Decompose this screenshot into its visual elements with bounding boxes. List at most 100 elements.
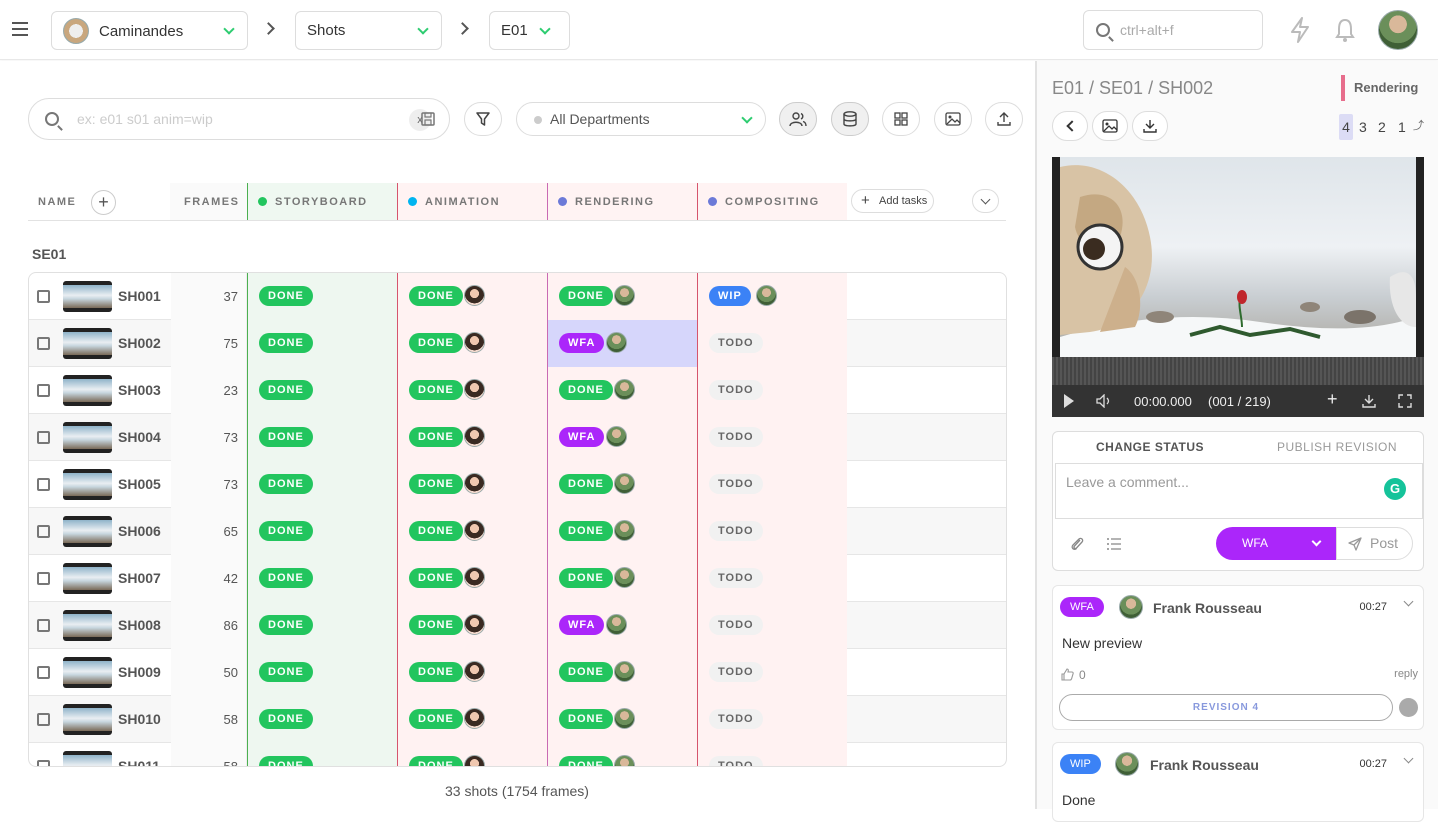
row-checkbox[interactable] <box>37 431 50 444</box>
table-row[interactable]: SH007 42 DONE DONE DONE TODO <box>29 555 1006 602</box>
user-avatar[interactable] <box>1378 10 1418 50</box>
table-row[interactable]: SH011 58 DONE DONE DONE TODO <box>29 743 1006 766</box>
task-cell-rendering[interactable]: DONE <box>547 508 697 555</box>
task-cell-compositing[interactable]: TODO <box>697 555 847 602</box>
columns-menu-button[interactable] <box>972 189 999 213</box>
post-button[interactable]: Post <box>1336 527 1413 560</box>
task-cell-animation[interactable]: DONE <box>397 367 547 414</box>
table-row[interactable]: SH003 23 DONE DONE DONE TODO <box>29 367 1006 414</box>
task-cell-rendering[interactable]: DONE <box>547 649 697 696</box>
entity-selector[interactable]: Shots <box>295 11 442 50</box>
shot-thumbnail[interactable] <box>63 751 112 766</box>
shot-thumbnail[interactable] <box>63 704 112 735</box>
task-cell-storyboard[interactable]: DONE <box>247 743 397 766</box>
shot-thumbnail[interactable] <box>63 281 112 312</box>
shot-name[interactable]: SH010 <box>118 711 161 727</box>
menu-icon[interactable] <box>12 22 28 36</box>
revision-1[interactable]: 1 <box>1398 119 1406 135</box>
table-row[interactable]: SH005 73 DONE DONE DONE TODO <box>29 461 1006 508</box>
task-cell-animation[interactable]: DONE <box>397 555 547 602</box>
video-player[interactable]: 00:00.000 (001 / 219) + <box>1052 157 1424 417</box>
task-cell-compositing[interactable]: TODO <box>697 649 847 696</box>
shot-thumbnail[interactable] <box>63 469 112 500</box>
lightning-icon[interactable] <box>1289 17 1311 43</box>
row-checkbox[interactable] <box>37 384 50 397</box>
shot-frames[interactable]: 65 <box>171 508 247 555</box>
add-shot-button[interactable]: + <box>91 190 116 215</box>
row-checkbox[interactable] <box>37 666 50 679</box>
task-cell-storyboard[interactable]: DONE <box>247 273 397 320</box>
table-row[interactable]: SH008 86 DONE DONE WFA TODO <box>29 602 1006 649</box>
volume-icon[interactable] <box>1096 394 1112 408</box>
shot-thumbnail[interactable] <box>63 657 112 688</box>
header-storyboard[interactable]: STORYBOARD <box>258 183 368 220</box>
shot-name[interactable]: SH002 <box>118 335 161 351</box>
episode-selector[interactable]: E01 <box>489 11 570 50</box>
shot-frames[interactable]: 58 <box>171 696 247 743</box>
task-cell-animation[interactable]: DONE <box>397 273 547 320</box>
task-cell-animation[interactable]: DONE <box>397 320 547 367</box>
comment-textarea[interactable]: Leave a comment... G <box>1055 463 1423 519</box>
task-cell-animation[interactable]: DONE <box>397 508 547 555</box>
shot-name[interactable]: SH001 <box>118 288 161 304</box>
shot-name[interactable]: SH008 <box>118 617 161 633</box>
back-button[interactable] <box>1052 111 1088 141</box>
task-cell-compositing[interactable]: TODO <box>697 508 847 555</box>
task-cell-animation[interactable]: DONE <box>397 461 547 508</box>
shot-name[interactable]: SH005 <box>118 476 161 492</box>
set-thumbnail-button[interactable] <box>1092 111 1128 141</box>
task-cell-storyboard[interactable]: DONE <box>247 649 397 696</box>
table-row[interactable]: SH009 50 DONE DONE DONE TODO <box>29 649 1006 696</box>
add-tasks-button[interactable]: + Add tasks <box>851 189 934 213</box>
status-select[interactable]: WFA <box>1216 527 1336 560</box>
shot-frames[interactable]: 37 <box>171 273 247 320</box>
row-checkbox[interactable] <box>37 713 50 726</box>
shot-frames[interactable]: 50 <box>171 649 247 696</box>
shot-name[interactable]: SH011 <box>118 758 160 766</box>
table-row[interactable]: SH002 75 DONE DONE WFA TODO <box>29 320 1006 367</box>
table-row[interactable]: SH010 58 DONE DONE DONE TODO <box>29 696 1006 743</box>
task-cell-rendering[interactable]: DONE <box>547 743 697 766</box>
task-cell-compositing[interactable]: TODO <box>697 696 847 743</box>
task-cell-storyboard[interactable]: DONE <box>247 320 397 367</box>
play-icon[interactable] <box>1064 394 1074 408</box>
task-cell-storyboard[interactable]: DONE <box>247 555 397 602</box>
shot-frames[interactable]: 73 <box>171 414 247 461</box>
task-cell-animation[interactable]: DONE <box>397 743 547 766</box>
task-cell-rendering[interactable]: DONE <box>547 273 697 320</box>
task-cell-compositing[interactable]: TODO <box>697 320 847 367</box>
thumbs-up-icon[interactable] <box>1061 668 1074 681</box>
task-cell-rendering[interactable]: DONE <box>547 555 697 602</box>
shot-name[interactable]: SH009 <box>118 664 161 680</box>
revision-link-button[interactable]: REVISION 4 <box>1059 694 1393 721</box>
shot-frames[interactable]: 23 <box>171 367 247 414</box>
row-checkbox[interactable] <box>37 760 50 766</box>
task-cell-compositing[interactable]: TODO <box>697 461 847 508</box>
header-compositing[interactable]: COMPOSITING <box>708 183 820 220</box>
row-checkbox[interactable] <box>37 478 50 491</box>
comment-menu-chevron-icon[interactable] <box>1403 753 1414 764</box>
shot-frames[interactable]: 73 <box>171 461 247 508</box>
task-cell-animation[interactable]: DONE <box>397 649 547 696</box>
shot-thumbnail[interactable] <box>63 610 112 641</box>
row-checkbox[interactable] <box>37 619 50 632</box>
task-cell-rendering[interactable]: DONE <box>547 461 697 508</box>
task-cell-compositing[interactable]: TODO <box>697 367 847 414</box>
tab-publish-revision[interactable]: PUBLISH REVISION <box>1277 440 1397 454</box>
shot-frames[interactable]: 42 <box>171 555 247 602</box>
task-cell-rendering[interactable]: WFA <box>547 320 697 367</box>
header-animation[interactable]: ANIMATION <box>408 183 500 220</box>
task-cell-storyboard[interactable]: DONE <box>247 414 397 461</box>
shot-frames[interactable]: 58 <box>171 743 247 766</box>
save-icon[interactable] <box>421 112 435 126</box>
download-button[interactable] <box>1132 111 1168 141</box>
row-checkbox[interactable] <box>37 525 50 538</box>
task-cell-storyboard[interactable]: DONE <box>247 696 397 743</box>
attachment-icon[interactable] <box>1070 536 1084 552</box>
table-row[interactable]: SH006 65 DONE DONE DONE TODO <box>29 508 1006 555</box>
production-selector[interactable]: Caminandes <box>51 11 248 50</box>
row-checkbox[interactable] <box>37 337 50 350</box>
export-button[interactable] <box>985 102 1023 136</box>
tab-change-status[interactable]: CHANGE STATUS <box>1096 440 1204 454</box>
shot-thumbnail[interactable] <box>63 328 112 359</box>
